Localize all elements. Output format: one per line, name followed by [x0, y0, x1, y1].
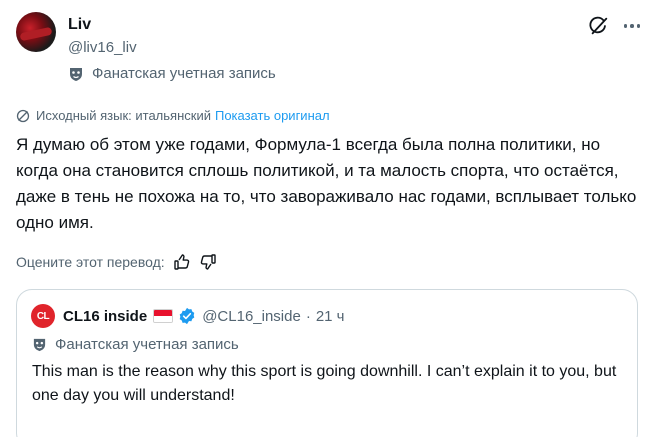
quoted-fan-account-label: Фанатская учетная запись: [55, 336, 239, 353]
mask-icon: [33, 338, 46, 352]
rating-prompt: Оцените этот перевод:: [16, 254, 165, 270]
quoted-timestamp[interactable]: 21 ч: [316, 308, 345, 325]
quoted-fan-account-badge: Фанатская учетная запись: [32, 336, 239, 353]
quoted-avatar[interactable]: CL: [31, 304, 55, 328]
translation-rating: Оцените этот перевод:: [16, 253, 217, 271]
mask-icon: [70, 67, 82, 81]
source-language-label: Исходный язык: итальянский: [36, 108, 211, 123]
grok-icon[interactable]: [588, 15, 610, 37]
author-handle[interactable]: @liv16_liv: [68, 39, 137, 56]
quoted-tweet-card[interactable]: CL CL16 inside @CL16_inside · 21 ч Фанат…: [16, 289, 638, 437]
quoted-header: CL16 inside @CL16_inside · 21 ч: [63, 307, 345, 325]
monaco-flag-icon: [153, 309, 174, 323]
translation-notice: Исходный язык: итальянский Показать ориг…: [16, 108, 330, 123]
thumbs-up-icon[interactable]: [173, 253, 191, 271]
globe-icon: [16, 109, 30, 122]
fan-account-badge: Фанатская учетная запись: [68, 65, 276, 82]
fan-account-label: Фанатская учетная запись: [92, 65, 276, 82]
author-name[interactable]: Liv: [68, 16, 91, 34]
quoted-tweet-text: This man is the reason why this sport is…: [32, 363, 617, 404]
more-icon[interactable]: [620, 14, 644, 38]
show-original-link[interactable]: Показать оригинал: [215, 108, 330, 123]
tweet-text: Я думаю об этом уже годами, Формула-1 вс…: [16, 135, 637, 232]
author-avatar[interactable]: [16, 12, 56, 52]
quoted-author-name[interactable]: CL16 inside: [63, 308, 147, 325]
verified-badge-icon: [179, 307, 195, 325]
separator-dot: ·: [305, 307, 311, 325]
thumbs-down-icon[interactable]: [199, 253, 217, 271]
quoted-author-handle[interactable]: @CL16_inside: [202, 308, 301, 325]
